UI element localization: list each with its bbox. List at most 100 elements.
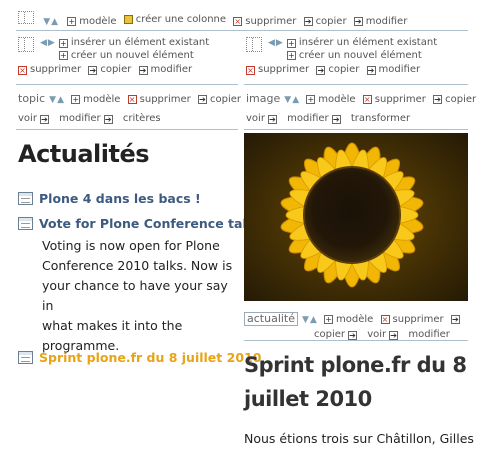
create-new-button[interactable]: + créer un nouvel élément — [286, 50, 422, 62]
arrow-box-icon: ➔ — [331, 114, 341, 124]
move-down-icon[interactable]: ▼ — [43, 16, 50, 28]
plus-box-icon: + — [58, 38, 68, 48]
model-button[interactable]: + modèle — [71, 94, 120, 106]
x-box-icon: × — [380, 315, 390, 324]
arrow-box-icon: ➔ — [389, 330, 399, 340]
move-down-icon[interactable]: ▼ — [302, 314, 309, 326]
arrow-box-icon: ➔ — [316, 65, 326, 75]
divider — [244, 84, 468, 85]
move-down-icon[interactable]: ▼ — [49, 94, 56, 106]
topic-toolbar: topic ▼▲ + modèle × supprimer ➔ copier voir ➔… — [18, 93, 245, 125]
view-button[interactable]: voir ➔ — [246, 113, 280, 125]
arrow-box-icon: ➔ — [103, 114, 113, 124]
drag-handle-icon[interactable] — [246, 37, 262, 52]
arrow-box-icon: ➔ — [267, 114, 277, 124]
plus-box-icon: + — [58, 51, 68, 60]
divider — [244, 340, 468, 341]
edit-button[interactable]: ➔ modifier — [138, 64, 192, 76]
copy-button[interactable]: ➔ copier — [303, 16, 347, 28]
edit-button[interactable]: modifier ➔ — [287, 113, 344, 125]
plus-box-icon: + — [286, 38, 296, 48]
arrow-box-icon: ➔ — [303, 17, 313, 26]
left-column-toolbar: ◀ ▶ + insérer un élément existant + créer u… — [18, 37, 213, 77]
arrow-box-icon: ➔ — [138, 65, 148, 75]
plus-box-icon: + — [306, 95, 316, 104]
model-button[interactable]: + modèle — [306, 94, 356, 106]
move-left-icon[interactable]: ◀ — [40, 37, 47, 49]
right-column-toolbar: ◀ ▶ + insérer un élément existant + créer u… — [246, 37, 441, 77]
create-column-button[interactable]: créer une colonne — [123, 14, 226, 26]
move-right-icon[interactable]: ▶ — [48, 37, 55, 49]
move-up-icon[interactable]: ▲ — [292, 94, 299, 106]
plus-box-icon: + — [324, 315, 334, 324]
insert-existing-button[interactable]: + insérer un élément existant — [286, 37, 437, 49]
move-up-icon[interactable]: ▲ — [57, 94, 64, 106]
arrow-box-icon: ➔ — [450, 315, 460, 324]
arrow-box-icon: ➔ — [366, 65, 376, 75]
x-box-icon: × — [18, 65, 27, 75]
plus-box-icon: + — [67, 17, 77, 26]
divider — [244, 129, 468, 130]
model-button[interactable]: + modèle — [324, 314, 373, 326]
delete-button[interactable]: × supprimer — [127, 94, 191, 106]
copy-button[interactable]: ➔ copier — [316, 64, 359, 76]
x-box-icon: × — [362, 95, 372, 104]
news-item-icon — [18, 351, 33, 364]
x-box-icon: × — [127, 95, 137, 104]
news-item-link[interactable]: Sprint plone.fr du 8 juillet 2010 — [18, 350, 261, 365]
news-item-link[interactable]: Vote for Plone Conference talks — [18, 216, 263, 231]
news-item-icon — [18, 217, 33, 230]
article-body: Nous étions trois sur Châtillon, Gilles — [244, 431, 474, 446]
copy-button[interactable]: ➔ copier — [433, 94, 476, 106]
edit-button[interactable]: ➔ modifier — [353, 16, 407, 28]
move-up-icon[interactable]: ▲ — [310, 314, 317, 326]
plus-box-icon: + — [286, 51, 296, 60]
arrow-box-icon: ➔ — [39, 114, 49, 124]
plus-box-icon: + — [71, 95, 81, 104]
news-item-icon — [18, 192, 33, 205]
divider — [16, 84, 238, 85]
model-button[interactable]: + modèle — [67, 16, 117, 28]
content-type-badge: actualité — [244, 312, 299, 326]
news-item-link[interactable]: Plone 4 dans les bacs ! — [18, 191, 201, 206]
arrow-box-icon: ➔ — [88, 65, 98, 75]
portlet-type-label: topic — [18, 92, 46, 105]
move-left-icon[interactable]: ◀ — [268, 37, 275, 49]
move-right-icon[interactable]: ▶ — [276, 37, 283, 49]
copy-toggle-button[interactable]: ➔ — [450, 315, 463, 324]
delete-button[interactable]: × supprimer — [362, 94, 426, 106]
delete-button[interactable]: × supprimer — [18, 64, 81, 76]
drag-handle-icon[interactable] — [18, 11, 34, 24]
delete-button[interactable]: × supprimer — [246, 64, 309, 76]
arrow-box-icon: ➔ — [348, 330, 358, 340]
insert-existing-button[interactable]: + insérer un élément existant — [58, 37, 209, 49]
create-new-button[interactable]: + créer un nouvel élément — [58, 50, 194, 62]
x-box-icon: × — [246, 65, 255, 75]
arrow-box-icon: ➔ — [433, 95, 443, 104]
divider — [16, 30, 468, 31]
move-up-icon[interactable]: ▲ — [51, 16, 58, 28]
copy-button[interactable]: ➔ copier — [197, 94, 241, 106]
delete-button[interactable]: × supprimer — [233, 16, 296, 28]
transform-button[interactable]: transformer — [351, 113, 410, 125]
arrow-box-icon: ➔ — [197, 95, 207, 104]
sunflower-image — [244, 133, 468, 301]
image-toolbar: image ▼▲ + modèle × supprimer ➔ copier voir ➔… — [246, 93, 480, 125]
divider — [16, 129, 238, 130]
view-button[interactable]: voir ➔ — [18, 113, 52, 125]
news-item-description: Voting is now open for Plone Conference … — [42, 238, 233, 353]
news-heading: Actualités — [18, 140, 150, 168]
delete-button[interactable]: × supprimer — [380, 314, 444, 326]
top-toolbar: ▼▲ + modèle créer une colonne × supprimer … — [18, 11, 411, 28]
copy-button[interactable]: ➔ copier — [88, 64, 131, 76]
move-down-icon[interactable]: ▼ — [284, 94, 291, 106]
drag-handle-icon[interactable] — [18, 37, 34, 52]
edit-button[interactable]: modifier ➔ — [59, 113, 116, 125]
edit-button[interactable]: ➔ modifier — [366, 64, 420, 76]
x-box-icon: × — [233, 17, 243, 26]
arrow-box-icon: ➔ — [353, 17, 363, 26]
column-icon — [123, 15, 133, 24]
portlet-type-label: image — [246, 92, 281, 105]
criteria-button[interactable]: critères — [123, 113, 161, 125]
news-item-toolbar: actualité ▼▲ + modèle × supprimer ➔ copier ➔… — [244, 312, 467, 341]
